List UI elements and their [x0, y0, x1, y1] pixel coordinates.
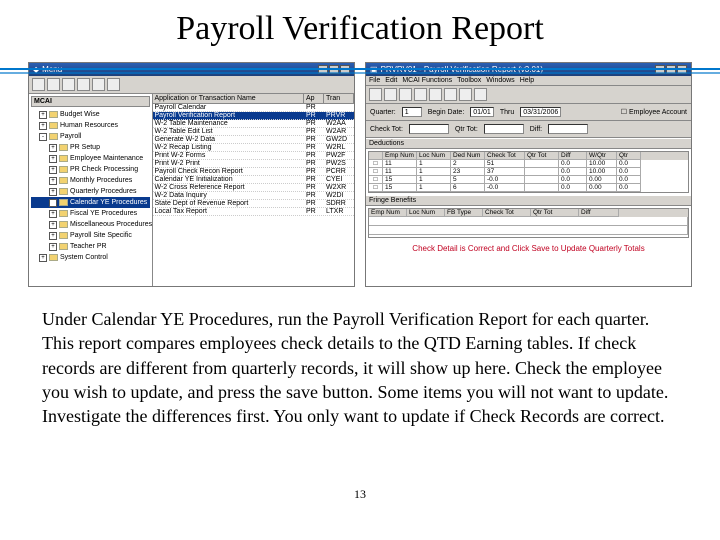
tree-node[interactable]: +Quarterly Procedures: [31, 186, 150, 197]
page-number: 13: [0, 487, 720, 502]
menubar[interactable]: File Edit MCAI Functions Toolbox Windows Help: [366, 76, 691, 86]
nav-tree[interactable]: MCAI +Budget Wise+Human Resources-Payrol…: [29, 94, 153, 286]
end-date-input[interactable]: 03/31/2006: [520, 107, 561, 117]
qtrtot-input[interactable]: [484, 124, 524, 134]
table-row[interactable]: □1515-0.00.00.000.0: [369, 176, 688, 184]
list-item[interactable]: W-2 Table Edit ListPRW2AR: [153, 128, 355, 136]
menu-item[interactable]: Help: [520, 77, 534, 84]
col-name: Application or Transaction Name: [153, 94, 305, 103]
fringe-label: Fringe Benefits: [366, 195, 691, 206]
list-item[interactable]: Payroll Verification ReportPRPRVR: [153, 112, 355, 120]
list-item[interactable]: Calendar YE InitializationPRCYEI: [153, 176, 355, 184]
list-item[interactable]: Payroll CalendarPR: [153, 104, 355, 112]
deductions-label: Deductions: [366, 138, 691, 149]
checktot-input[interactable]: [409, 124, 449, 134]
nav-last-icon[interactable]: [444, 88, 457, 101]
slide-body-text: Under Calendar YE Procedures, run the Pa…: [0, 293, 720, 428]
menu-item[interactable]: Edit: [385, 77, 397, 84]
tool-icon[interactable]: [92, 78, 105, 91]
tree-node[interactable]: +System Control: [31, 252, 150, 263]
thru-label: Thru: [500, 109, 514, 116]
tree-node[interactable]: +Calendar YE Procedures: [31, 197, 150, 208]
tool-icon[interactable]: [77, 78, 90, 91]
page-title: Payroll Verification Report: [0, 0, 720, 52]
filter-bar-2: Check Tot: Qtr Tot: Diff:: [366, 121, 691, 138]
print-icon[interactable]: [384, 88, 397, 101]
toolbar: [366, 86, 691, 104]
list-item[interactable]: Print W-2 PrintPRPW2S: [153, 160, 355, 168]
nav-next-icon[interactable]: [429, 88, 442, 101]
table-row[interactable]: □11123370.010.000.0: [369, 168, 688, 176]
begin-date-input[interactable]: 01/01: [470, 107, 494, 117]
transaction-list[interactable]: Application or Transaction Name Ap Tran …: [153, 94, 355, 286]
qtrtot-label: Qtr Tot:: [455, 126, 478, 133]
employee-account-checkbox[interactable]: ☐ Employee Account: [621, 108, 687, 116]
accent-rule: [0, 68, 720, 70]
col-ap: Ap: [304, 94, 324, 103]
tool-icon[interactable]: [47, 78, 60, 91]
list-item[interactable]: Print W-2 FormsPRPW2F: [153, 152, 355, 160]
save-icon[interactable]: [369, 88, 382, 101]
tree-node[interactable]: +Teacher PR: [31, 241, 150, 252]
toolbar: [29, 76, 354, 94]
tree-root[interactable]: MCAI: [31, 96, 150, 107]
list-item[interactable]: Local Tax ReportPRLTXR: [153, 208, 355, 216]
checktot-label: Check Tot:: [370, 126, 403, 133]
tree-node[interactable]: +Miscellaneous Procedures: [31, 219, 150, 230]
nav-first-icon[interactable]: [399, 88, 412, 101]
tool-icon[interactable]: [62, 78, 75, 91]
tree-node[interactable]: +Monthly Procedures: [31, 175, 150, 186]
list-item[interactable]: W-2 Table MaintenancePRW2AA: [153, 120, 355, 128]
fringe-grid[interactable]: Emp NumLoc NumFB TypeCheck TotQtr TotDif…: [368, 208, 689, 238]
table-row[interactable]: □1516-0.00.00.000.0: [369, 184, 688, 192]
list-item[interactable]: Generate W-2 DataPRGW2D: [153, 136, 355, 144]
tree-node[interactable]: +PR Check Processing: [31, 164, 150, 175]
tree-node[interactable]: +Fiscal YE Procedures: [31, 208, 150, 219]
col-tran: Tran: [324, 94, 354, 103]
list-item[interactable]: W-2 Cross Reference ReportPRW2XR: [153, 184, 355, 192]
tree-node[interactable]: +Payroll Site Specific: [31, 230, 150, 241]
menu-item[interactable]: File: [369, 77, 380, 84]
quarter-label: Quarter:: [370, 109, 396, 116]
status-message: Check Detail is Correct and Click Save t…: [366, 240, 691, 257]
report-window: ▣ PRVRV01 - Payroll Verification Report …: [365, 62, 692, 287]
tool-icon[interactable]: [32, 78, 45, 91]
list-item[interactable]: Payroll Check Recon ReportPRPCRR: [153, 168, 355, 176]
tree-node[interactable]: +PR Setup: [31, 142, 150, 153]
list-item[interactable]: State Dept of Revenue ReportPRSDRR: [153, 200, 355, 208]
menu-item[interactable]: Toolbox: [457, 77, 481, 84]
filter-bar: Quarter: 1 Begin Date: 01/01 Thru 03/31/…: [366, 104, 691, 121]
deductions-grid[interactable]: Emp NumLoc NumDed NumCheck TotQtr TotDif…: [368, 151, 689, 193]
menu-item[interactable]: MCAI Functions: [402, 77, 452, 84]
begin-date-label: Begin Date:: [428, 109, 465, 116]
help-icon[interactable]: [474, 88, 487, 101]
tool-icon[interactable]: [107, 78, 120, 91]
tree-node[interactable]: +Human Resources: [31, 120, 150, 131]
refresh-icon[interactable]: [459, 88, 472, 101]
accent-rule: [0, 72, 720, 74]
list-item[interactable]: W-2 Data InquiryPRW2DI: [153, 192, 355, 200]
nav-prev-icon[interactable]: [414, 88, 427, 101]
diff-input[interactable]: [548, 124, 588, 134]
menu-item[interactable]: Windows: [486, 77, 514, 84]
tree-node[interactable]: +Employee Maintenance: [31, 153, 150, 164]
table-row[interactable]: □1112510.010.000.0: [369, 160, 688, 168]
diff-label: Diff:: [530, 126, 542, 133]
tree-node[interactable]: +Budget Wise: [31, 109, 150, 120]
quarter-input[interactable]: 1: [402, 107, 422, 117]
tree-node[interactable]: -Payroll: [31, 131, 150, 142]
menu-window: ◆ Menu MCAI +Budget Wise+Human Resources…: [28, 62, 355, 287]
list-item[interactable]: W-2 Recap ListingPRW2RL: [153, 144, 355, 152]
list-header: Application or Transaction Name Ap Tran: [153, 94, 355, 104]
